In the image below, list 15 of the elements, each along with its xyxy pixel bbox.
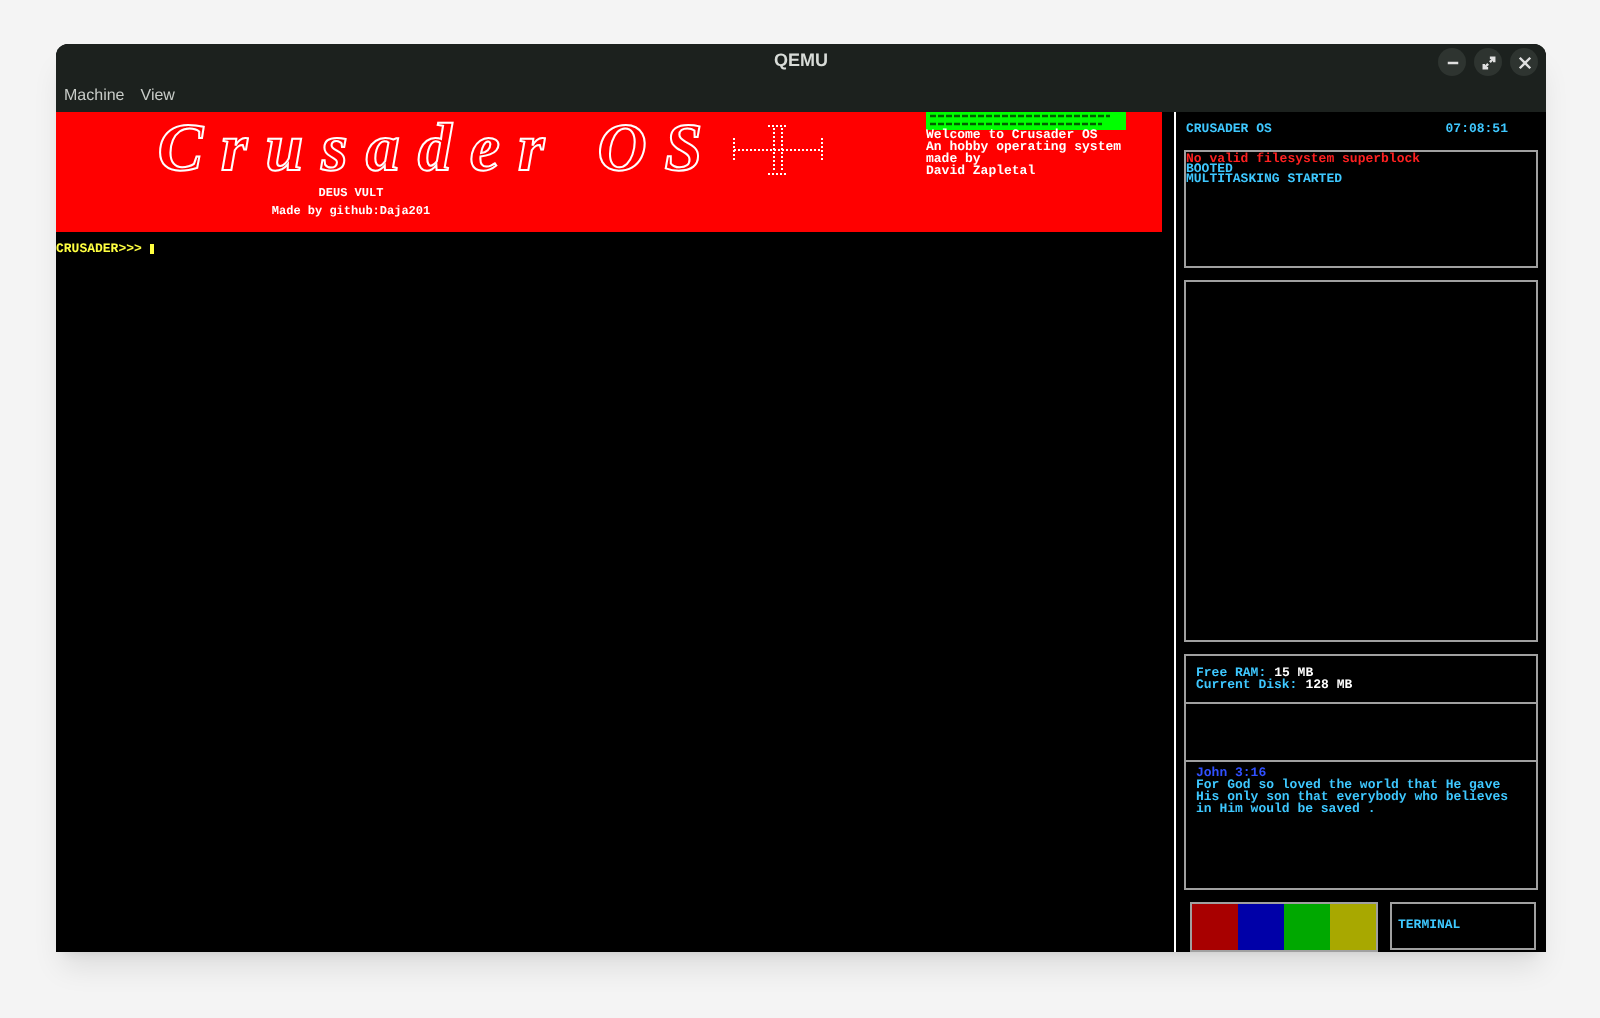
text-cursor: [149, 244, 154, 255]
expand-icon: [1481, 55, 1495, 69]
menu-item[interactable]: Machine: [58, 84, 131, 109]
window-title: QEMU: [774, 48, 828, 75]
color-swatch[interactable]: [1284, 904, 1330, 950]
logo-text: Crusader OS: [157, 113, 721, 185]
color-swatch[interactable]: [1238, 904, 1284, 950]
cross-icon: [732, 119, 825, 179]
color-swatch[interactable]: [1192, 904, 1238, 950]
close-button[interactable]: [1510, 48, 1538, 76]
maximize-button[interactable]: [1474, 48, 1502, 76]
close-icon: [1517, 55, 1531, 69]
color-swatch[interactable]: [1330, 904, 1376, 950]
menu-item[interactable]: View: [134, 84, 181, 109]
minimize-button[interactable]: [1438, 48, 1466, 76]
